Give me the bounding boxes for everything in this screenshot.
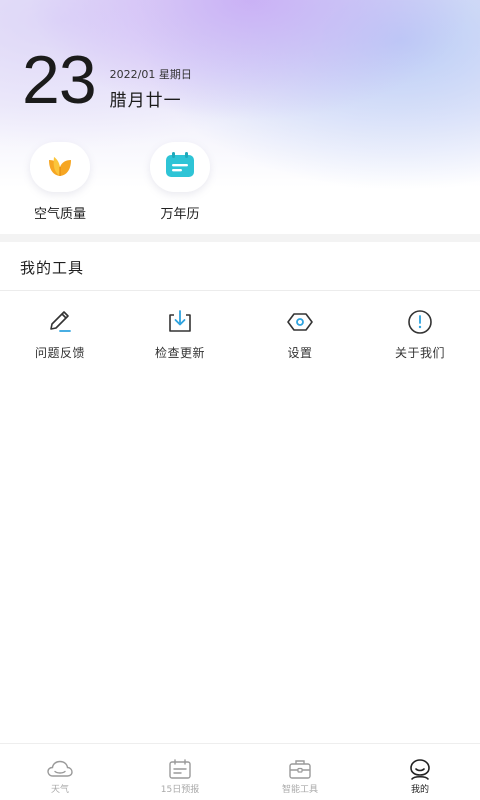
tab-mine-label: 我的 xyxy=(410,785,429,795)
about-us-label: 关于我们 xyxy=(394,346,445,360)
year-month-weekday: 2022/01 星期日 xyxy=(109,68,192,81)
tools-divider-line xyxy=(0,290,480,291)
tab-smart-tools[interactable]: 智能工具 xyxy=(240,744,360,800)
air-quality-button[interactable]: 空气质量 xyxy=(20,142,100,222)
check-update-button[interactable]: 检查更新 xyxy=(120,308,240,361)
toolbox-icon xyxy=(240,758,360,780)
about-us-button[interactable]: 关于我们 xyxy=(360,308,480,361)
air-quality-icon-circle xyxy=(30,142,90,192)
feedback-label: 问题反馈 xyxy=(34,346,85,360)
feedback-button[interactable]: 问题反馈 xyxy=(0,308,120,361)
calendar-label: 万年历 xyxy=(160,207,200,222)
tab-15-day-forecast-label: 15日预报 xyxy=(160,785,200,795)
calendar-icon xyxy=(120,758,240,780)
air-quality-label: 空气质量 xyxy=(33,207,86,222)
leaf-icon xyxy=(45,150,75,184)
settings-button[interactable]: 设置 xyxy=(240,308,360,361)
date-meta: 2022/01 星期日 腊月廿一 xyxy=(110,68,192,111)
profile-icon xyxy=(360,758,480,780)
check-update-label: 检查更新 xyxy=(154,346,205,360)
section-divider xyxy=(0,234,480,242)
calendar-button[interactable]: 万年历 xyxy=(140,142,220,222)
calendar-icon-circle xyxy=(150,142,210,192)
cloud-icon xyxy=(0,758,120,780)
tab-15-day-forecast[interactable]: 15日预报 xyxy=(120,744,240,800)
lunar-date: 腊月廿一 xyxy=(109,91,182,111)
tab-mine[interactable]: 我的 xyxy=(360,744,480,800)
pencil-icon xyxy=(46,308,74,336)
tools-section-title: 我的工具 xyxy=(20,259,85,277)
tab-smart-tools-label: 智能工具 xyxy=(281,785,318,795)
info-icon xyxy=(406,308,434,336)
tab-weather[interactable]: 天气 xyxy=(0,744,120,800)
calendar-icon xyxy=(164,151,196,183)
tools-grid: 问题反馈 检查更新 设置 关于我们 xyxy=(0,308,480,361)
date-display: 23 2022/01 星期日 腊月廿一 xyxy=(22,46,192,114)
settings-label: 设置 xyxy=(287,346,313,360)
download-icon xyxy=(166,308,194,336)
tab-weather-label: 天气 xyxy=(50,785,69,795)
bottom-tab-bar: 天气 15日预报 智能工具 我的 xyxy=(0,743,480,800)
day-number: 23 xyxy=(22,42,97,118)
settings-hexagon-icon xyxy=(286,308,314,336)
